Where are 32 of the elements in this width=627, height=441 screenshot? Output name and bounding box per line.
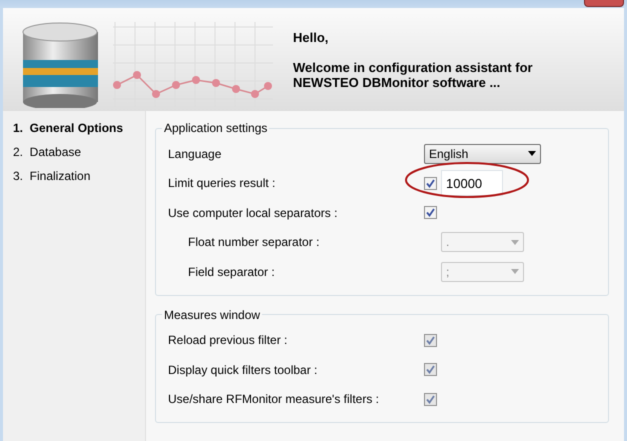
step-item[interactable]: 3. Finalization — [13, 169, 145, 183]
setting-label: Reload previous filter : — [168, 333, 288, 348]
setting-label: Use computer local separators : — [168, 206, 338, 220]
caret-icon — [528, 151, 536, 156]
caret-icon — [511, 240, 519, 245]
setting-label: Use/share RFMonitor measure's filters : — [168, 392, 380, 406]
setting-label: Limit queries result : — [168, 176, 276, 190]
group-title: Measures window — [163, 308, 262, 322]
chart-point — [133, 70, 141, 78]
chart-point — [212, 78, 220, 86]
chart-point — [192, 76, 200, 84]
welcome-text: Welcome in configuration assistant for NEWSTEO DBMonitor software ... — [293, 60, 534, 90]
caret-icon — [511, 269, 519, 274]
chart-point — [232, 84, 240, 92]
step-item[interactable]: 2. Database — [13, 145, 145, 159]
dropdown[interactable]: English — [424, 144, 541, 164]
chart-point — [113, 80, 121, 88]
checkbox[interactable] — [424, 176, 437, 190]
setting-label: Display quick filters toolbar : — [168, 362, 318, 377]
setting-label: Language — [168, 146, 222, 161]
checkbox[interactable] — [424, 206, 437, 220]
chart-point — [152, 90, 160, 98]
chart-point — [264, 82, 272, 90]
greeting-text: Hello, — [293, 30, 330, 44]
setting-label: Float number separator : — [187, 235, 320, 250]
limit-input-field[interactable]: 10000 — [441, 170, 503, 196]
chart-point — [172, 80, 180, 88]
database-icon — [22, 22, 98, 108]
step-item[interactable]: 1. General Options — [13, 121, 145, 135]
group-title: Application settings — [163, 121, 268, 135]
chart-point — [251, 90, 259, 98]
setting-label: Field separator : — [187, 264, 276, 279]
